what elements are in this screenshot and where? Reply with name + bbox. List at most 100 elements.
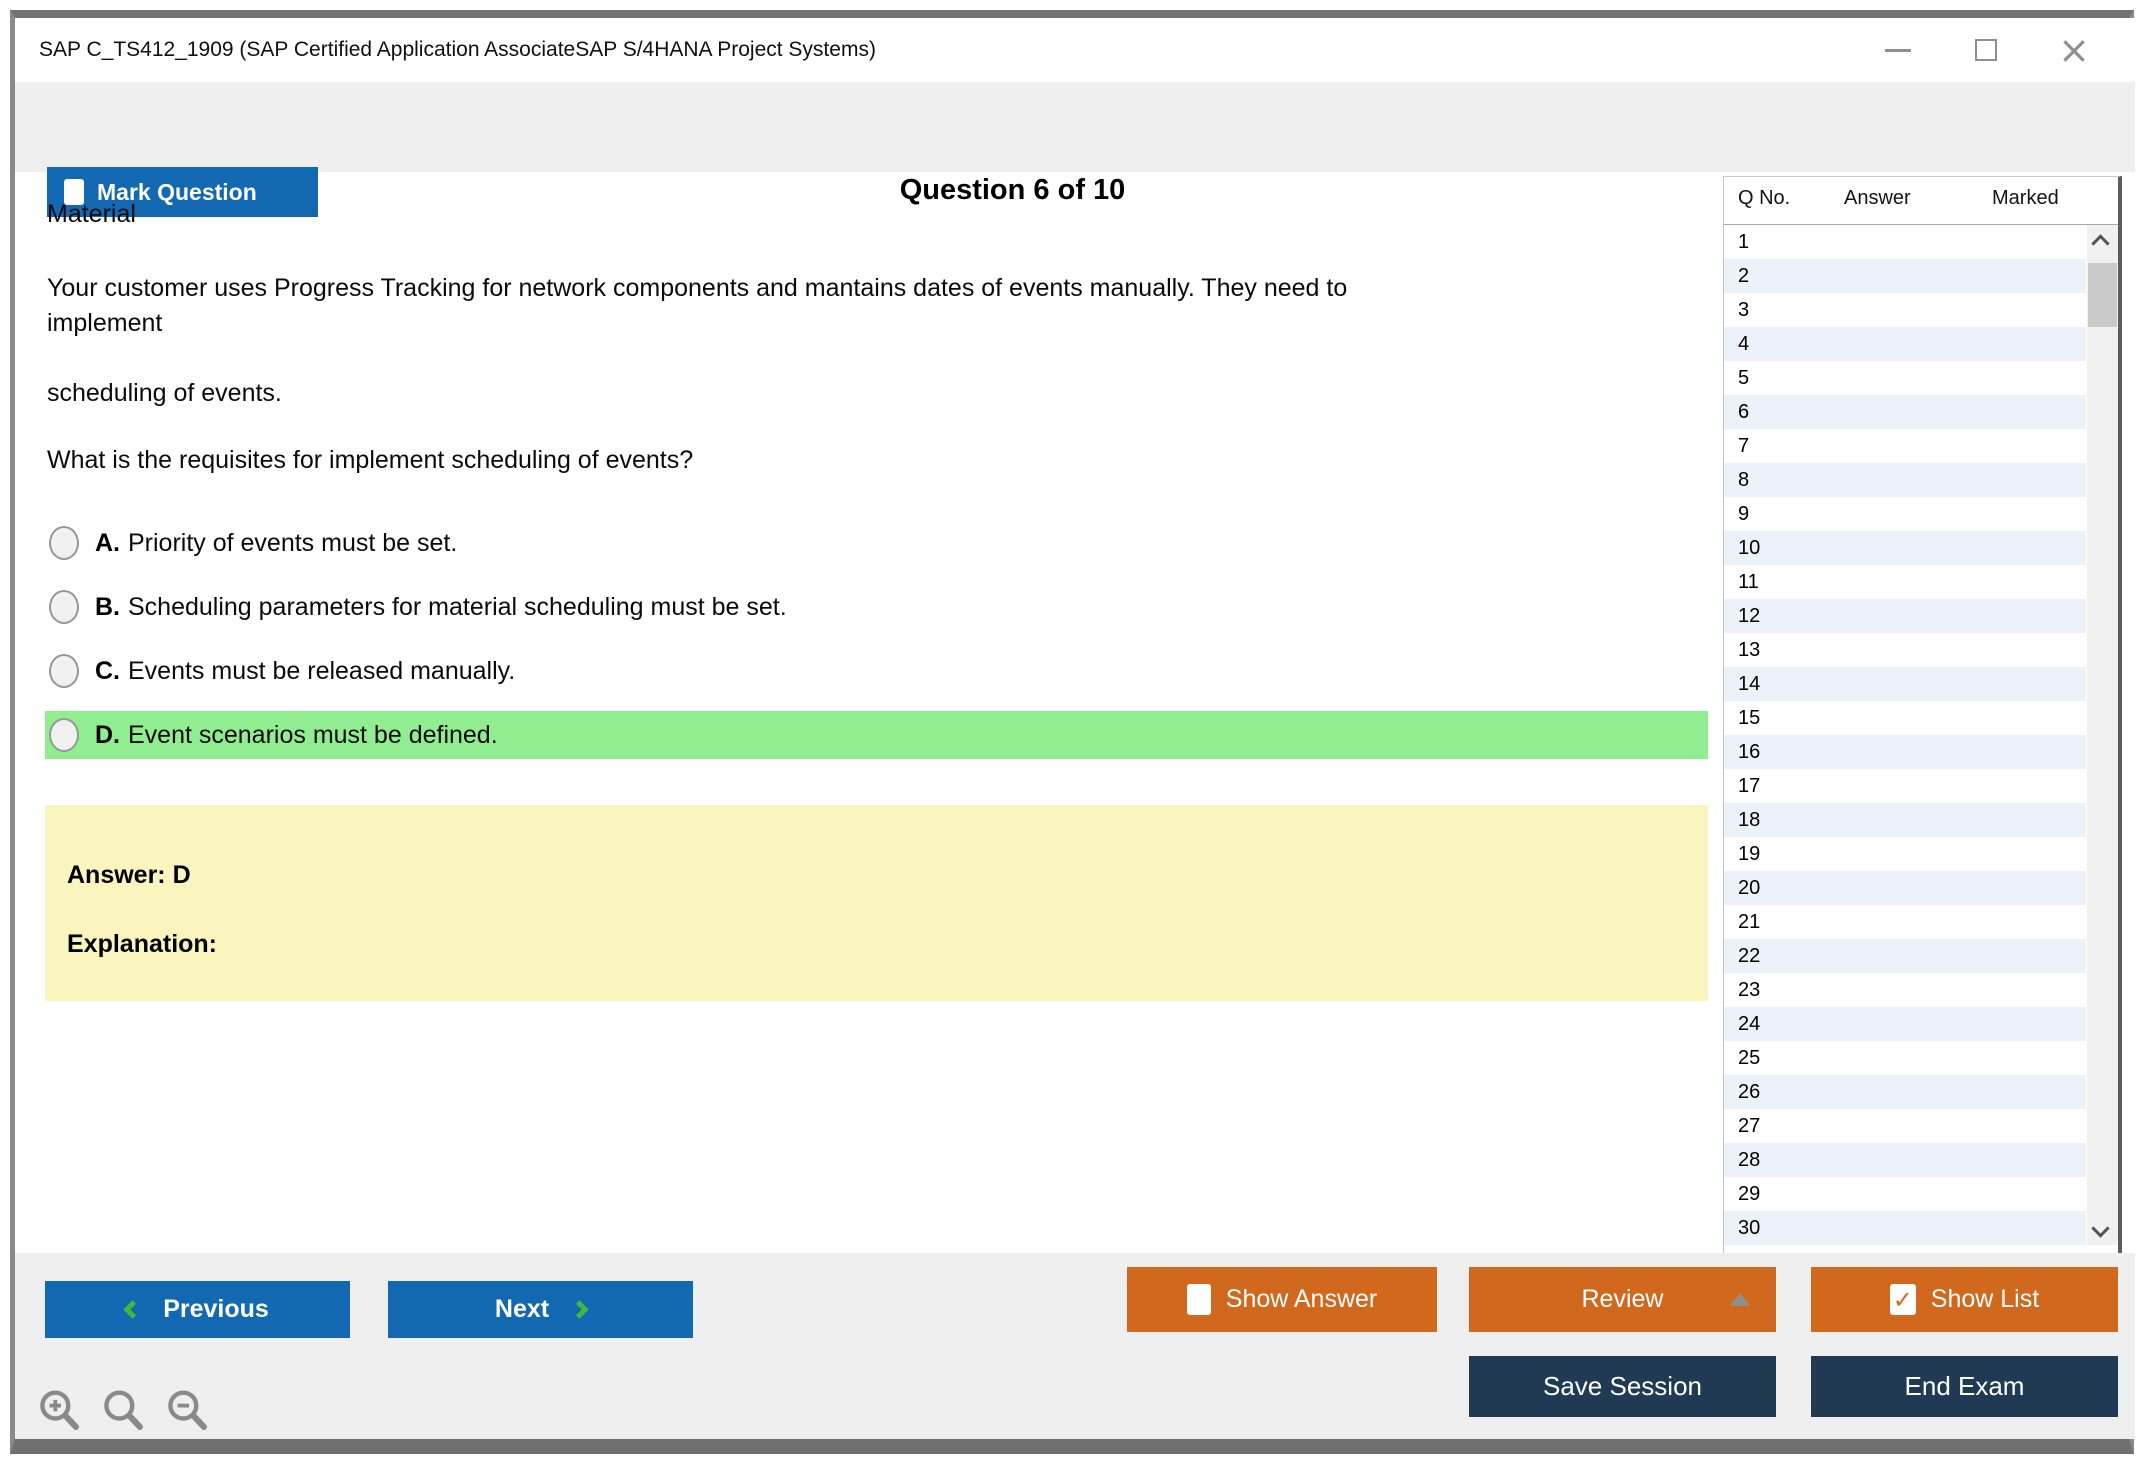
radio-button[interactable] xyxy=(49,654,79,688)
next-label: Next xyxy=(494,1295,550,1323)
answer-option[interactable]: D. Event scenarios must be defined. xyxy=(45,711,1708,759)
review-button[interactable]: Review xyxy=(1469,1267,1776,1332)
table-row[interactable]: 30 xyxy=(1724,1211,2086,1245)
options-list: A. Priority of events must be set. B. Sc… xyxy=(45,519,1708,759)
row-qno: 5 xyxy=(1738,367,1750,389)
row-answer xyxy=(1824,973,1964,1007)
radio-button[interactable] xyxy=(49,526,79,560)
scroll-down-icon[interactable] xyxy=(2091,1219,2110,1238)
row-marked xyxy=(1964,293,2086,327)
end-exam-button[interactable]: End Exam xyxy=(1811,1356,2118,1417)
table-row[interactable]: 18 xyxy=(1724,803,2086,837)
row-marked xyxy=(1964,701,2086,735)
row-qno: 9 xyxy=(1738,503,1750,525)
row-qno: 24 xyxy=(1738,1013,1761,1035)
previous-button[interactable]: Previous xyxy=(45,1281,350,1338)
minimize-button[interactable] xyxy=(1883,35,1913,65)
row-qno: 17 xyxy=(1738,775,1761,797)
scrollbar-thumb[interactable] xyxy=(2088,263,2117,327)
row-marked xyxy=(1964,361,2086,395)
table-row[interactable]: 1 xyxy=(1724,225,2086,259)
question-topic: Material xyxy=(47,200,136,228)
row-answer xyxy=(1824,327,1964,361)
radio-button[interactable] xyxy=(49,590,79,624)
table-row[interactable]: 24 xyxy=(1724,1007,2086,1041)
row-marked xyxy=(1964,599,2086,633)
question-list-panel: Q No. Answer Marked 1 2 3 4 5 6 7 8 9 10 11 12 13 14 1… xyxy=(1723,176,2122,1253)
row-qno: 25 xyxy=(1738,1047,1761,1069)
question-prompt: What is the requisites for implement sch… xyxy=(47,446,694,474)
table-row[interactable]: 11 xyxy=(1724,565,2086,599)
table-row[interactable]: 17 xyxy=(1724,769,2086,803)
previous-label: Previous xyxy=(163,1295,269,1323)
row-answer xyxy=(1824,633,1964,667)
save-session-button[interactable]: Save Session xyxy=(1469,1356,1776,1417)
table-row[interactable]: 21 xyxy=(1724,905,2086,939)
caret-up-icon xyxy=(1730,1293,1750,1306)
table-row[interactable]: 26 xyxy=(1724,1075,2086,1109)
table-row[interactable]: 14 xyxy=(1724,667,2086,701)
header-band: Question 6 of 10 Mark Question xyxy=(15,82,2135,217)
next-button[interactable]: Next xyxy=(388,1281,693,1338)
table-row[interactable]: 28 xyxy=(1724,1143,2086,1177)
row-answer xyxy=(1824,293,1964,327)
table-row[interactable]: 25 xyxy=(1724,1041,2086,1075)
scroll-up-icon[interactable] xyxy=(2091,234,2110,253)
zoom-out-icon[interactable] xyxy=(165,1387,209,1433)
table-row[interactable]: 5 xyxy=(1724,361,2086,395)
table-row[interactable]: 7 xyxy=(1724,429,2086,463)
zoom-in-icon[interactable] xyxy=(37,1387,81,1433)
table-row[interactable]: 27 xyxy=(1724,1109,2086,1143)
radio-button[interactable] xyxy=(49,718,79,752)
row-marked xyxy=(1964,565,2086,599)
question-area: Material Your customer uses Progress Tra… xyxy=(45,172,1708,1001)
magnifier-icon[interactable] xyxy=(101,1387,145,1433)
table-row[interactable]: 9 xyxy=(1724,497,2086,531)
answer-label: Answer: D xyxy=(67,861,191,889)
row-qno: 7 xyxy=(1738,435,1750,457)
show-list-button[interactable]: ✓ Show List xyxy=(1811,1267,2118,1332)
chevron-left-icon xyxy=(123,1300,142,1319)
table-row[interactable]: 12 xyxy=(1724,599,2086,633)
answer-option[interactable]: C. Events must be released manually. xyxy=(45,647,1708,695)
show-answer-checkbox[interactable] xyxy=(1186,1284,1211,1315)
table-row[interactable]: 2 xyxy=(1724,259,2086,293)
row-answer xyxy=(1824,565,1964,599)
table-row[interactable]: 13 xyxy=(1724,633,2086,667)
window-controls: × xyxy=(1883,18,2090,82)
maximize-button[interactable] xyxy=(1971,35,2001,65)
row-qno: 3 xyxy=(1738,299,1750,321)
row-qno: 21 xyxy=(1738,911,1761,933)
row-marked xyxy=(1964,973,2086,1007)
row-marked xyxy=(1964,769,2086,803)
option-letter: A. xyxy=(95,528,120,557)
table-row[interactable]: 6 xyxy=(1724,395,2086,429)
sidebar-scrollbar[interactable] xyxy=(2087,225,2118,1245)
row-answer xyxy=(1824,667,1964,701)
zoom-toolbar xyxy=(37,1387,209,1433)
row-qno: 8 xyxy=(1738,469,1750,491)
row-qno: 1 xyxy=(1738,231,1750,253)
row-marked xyxy=(1964,837,2086,871)
table-row[interactable]: 16 xyxy=(1724,735,2086,769)
explanation-label: Explanation: xyxy=(67,930,218,958)
answer-option[interactable]: A. Priority of events must be set. xyxy=(45,519,1708,567)
row-marked xyxy=(1964,1109,2086,1143)
row-answer xyxy=(1824,531,1964,565)
table-row[interactable]: 4 xyxy=(1724,327,2086,361)
table-row[interactable]: 10 xyxy=(1724,531,2086,565)
show-answer-button[interactable]: Show Answer xyxy=(1127,1267,1437,1332)
table-row[interactable]: 19 xyxy=(1724,837,2086,871)
table-row[interactable]: 29 xyxy=(1724,1177,2086,1211)
table-row[interactable]: 23 xyxy=(1724,973,2086,1007)
row-answer xyxy=(1824,1109,1964,1143)
close-button[interactable]: × xyxy=(2058,31,2090,69)
table-row[interactable]: 3 xyxy=(1724,293,2086,327)
table-row[interactable]: 20 xyxy=(1724,871,2086,905)
table-row[interactable]: 15 xyxy=(1724,701,2086,735)
answer-option[interactable]: B. Scheduling parameters for material sc… xyxy=(45,583,1708,631)
table-row[interactable]: 8 xyxy=(1724,463,2086,497)
table-row[interactable]: 22 xyxy=(1724,939,2086,973)
show-list-checkbox[interactable]: ✓ xyxy=(1889,1284,1916,1315)
row-marked xyxy=(1964,1211,2086,1245)
